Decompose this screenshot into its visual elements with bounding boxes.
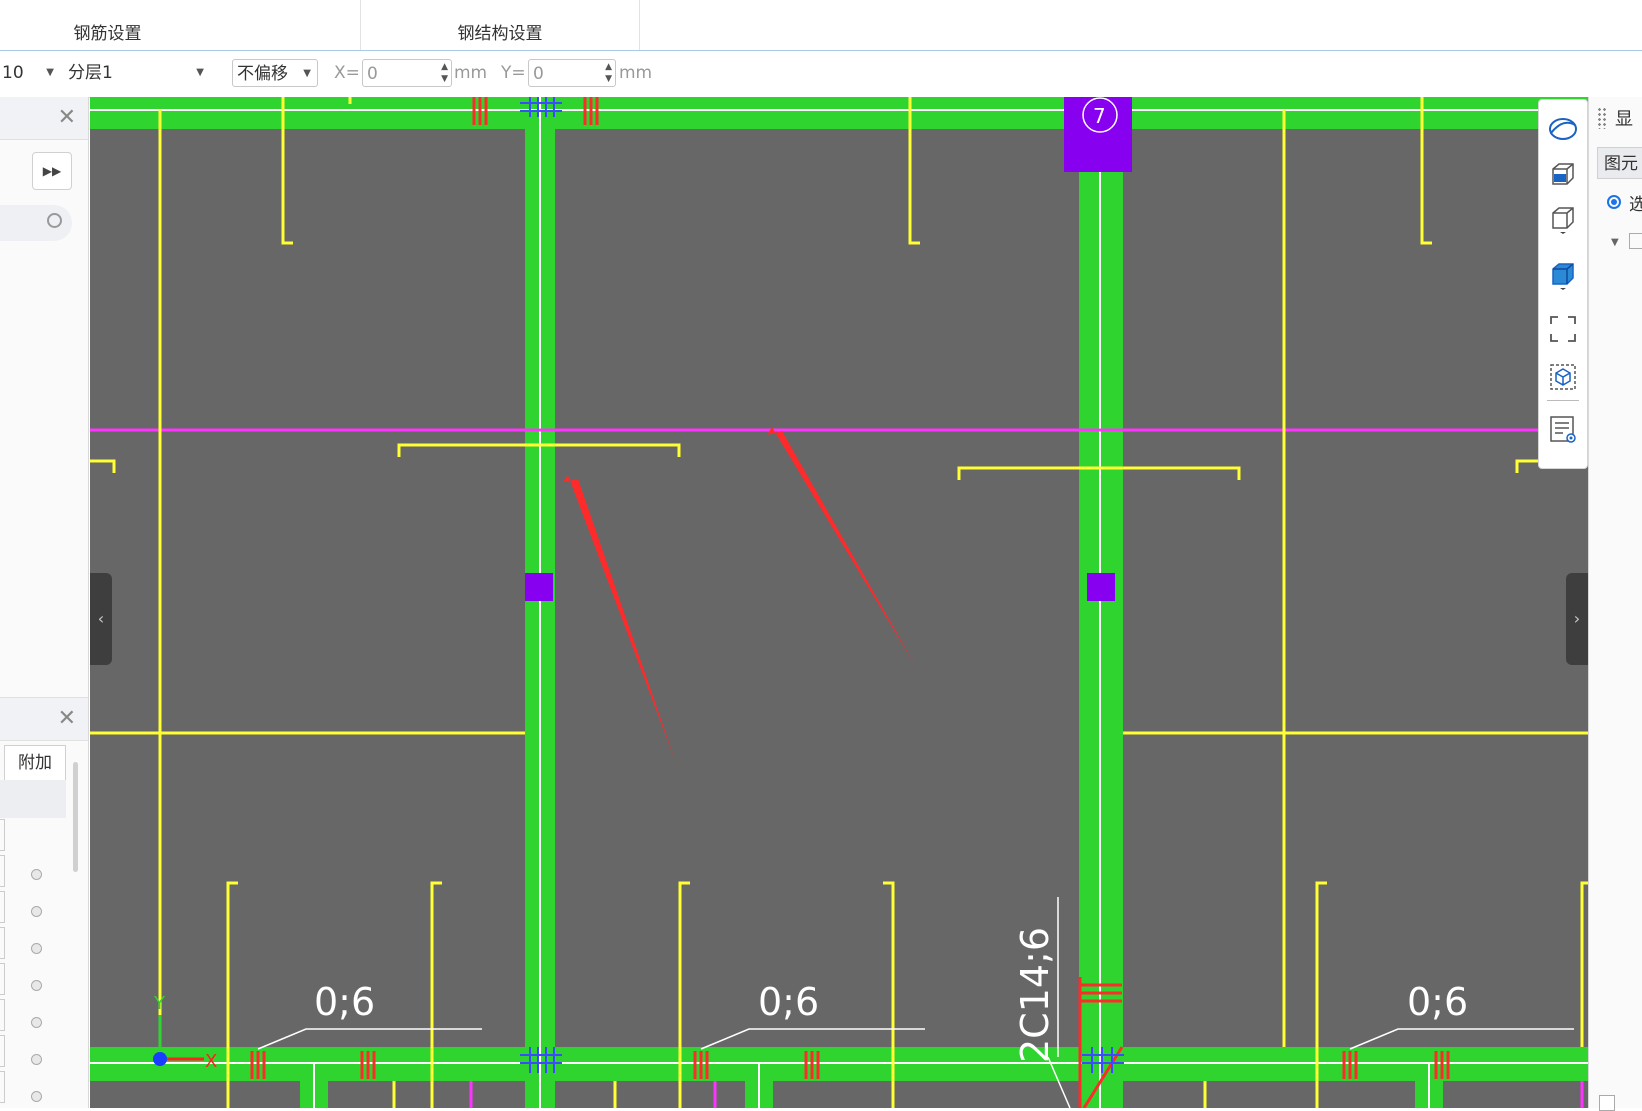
property-row[interactable]: [0, 855, 5, 887]
radio-option[interactable]: [31, 1017, 42, 1028]
box-solid-icon[interactable]: [1548, 260, 1578, 290]
orbit-icon[interactable]: [1548, 114, 1578, 144]
rebar-annotation[interactable]: 0;6: [1407, 980, 1468, 1024]
beam-top[interactable]: [90, 97, 1588, 129]
column[interactable]: [1087, 573, 1115, 601]
box-wire-icon[interactable]: [1548, 204, 1578, 234]
column[interactable]: [525, 573, 553, 601]
red-arrow-annotation: [563, 475, 675, 760]
rebar-group[interactable]: [90, 97, 1588, 1108]
tab-element[interactable]: 图元: [1597, 147, 1642, 179]
x-label: X=: [334, 63, 360, 83]
close-icon[interactable]: ✕: [58, 105, 76, 130]
sublayer-select-value: 分层1: [68, 63, 113, 83]
red-arrow-annotation: [767, 427, 915, 665]
property-row[interactable]: [0, 819, 5, 851]
right-panel: 显 图元 选 ▼: [1588, 97, 1642, 1111]
radio-option[interactable]: [31, 1091, 42, 1102]
radio-option[interactable]: [31, 980, 42, 991]
radio-option[interactable]: [31, 906, 42, 917]
expand-button[interactable]: ▶▶: [32, 152, 72, 190]
property-row[interactable]: [0, 1035, 5, 1067]
spin-arrows-icon[interactable]: ▲ ▼: [605, 61, 612, 85]
ribbon-group-rebar-settings[interactable]: 钢筋设置: [0, 0, 361, 50]
axis-bubble-label: D: [94, 97, 106, 109]
property-row[interactable]: [0, 1071, 5, 1103]
radio-option[interactable]: [31, 869, 42, 880]
rebar-annotation[interactable]: 0;6: [314, 980, 375, 1024]
panel-header-bottom: ✕: [0, 697, 88, 741]
chevron-down-icon: ▼: [46, 67, 54, 78]
layer-select-value: 10: [2, 63, 24, 83]
cad-drawing[interactable]: 7 D 0;6 0;6 0;6 2C14;6 X Y: [90, 97, 1588, 1108]
ribbon-label-steel-settings: 钢结构设置: [457, 24, 543, 44]
toolbar-divider: [1547, 400, 1579, 401]
sublayer-select[interactable]: 分层1 ▼: [68, 59, 210, 87]
bottom-checkbox[interactable]: [1599, 1095, 1615, 1111]
axis-y-label: Y: [153, 993, 166, 1014]
rebar-annotation[interactable]: 0;6: [758, 980, 819, 1024]
chevron-down-icon: ▼: [196, 67, 204, 78]
layer-select[interactable]: 10 ▼: [2, 59, 60, 87]
offset-select-value: 不偏移: [237, 64, 288, 84]
right-panel-title: 显: [1615, 109, 1633, 130]
cube-select-icon[interactable]: [1548, 362, 1578, 392]
x-unit: mm: [454, 63, 488, 83]
radio-option[interactable]: [1607, 195, 1621, 209]
radio-dot-icon: [1611, 199, 1617, 205]
property-row[interactable]: [0, 927, 5, 959]
drawing-canvas[interactable]: 7 D 0;6 0;6 0;6 2C14;6 X Y ‹ ›: [90, 97, 1588, 1108]
collapse-right-tab[interactable]: ›: [1566, 573, 1588, 665]
rebar-annotation[interactable]: 2C14;6: [1013, 927, 1057, 1063]
axis-origin: [153, 1052, 167, 1066]
tree-checkbox[interactable]: [1629, 233, 1642, 249]
tree-expand-icon[interactable]: ▼: [1611, 237, 1619, 248]
radio-option-label: 选: [1629, 195, 1642, 215]
left-panel: ✕ ▶▶ ✕ 附加: [0, 97, 89, 1108]
y-label: Y=: [501, 63, 526, 83]
offset-select[interactable]: 不偏移 ▼: [232, 59, 318, 87]
list-view-icon[interactable]: [1548, 414, 1578, 444]
close-icon[interactable]: ✕: [58, 706, 76, 731]
property-toolbar: 10 ▼ 分层1 ▼ 不偏移 ▼ X= 0 ▲ ▼ mm Y= 0 ▲ ▼ mm: [0, 51, 1642, 98]
view-3d-icon[interactable]: [1548, 160, 1578, 190]
x-input[interactable]: 0 ▲ ▼: [362, 59, 452, 87]
chevron-down-icon: ▼: [303, 68, 311, 79]
property-row[interactable]: [0, 963, 5, 995]
spin-arrows-icon[interactable]: ▲ ▼: [441, 61, 448, 85]
property-row[interactable]: [0, 891, 5, 923]
zoom-extents-icon[interactable]: [1548, 314, 1578, 344]
tab-fujia[interactable]: 附加: [4, 745, 66, 781]
property-header-row: [0, 780, 66, 818]
ribbon: 钢筋设置 钢结构设置: [0, 0, 1642, 51]
axis-bubble-label: 7: [1093, 104, 1106, 128]
double-arrow-icon: ▶▶: [42, 164, 62, 178]
x-input-value: 0: [367, 64, 378, 84]
y-input-value: 0: [533, 64, 544, 84]
search-input[interactable]: [0, 205, 72, 241]
y-input[interactable]: 0 ▲ ▼: [528, 59, 616, 87]
property-row[interactable]: [0, 999, 5, 1031]
axis-x-label: X: [205, 1051, 217, 1072]
y-unit: mm: [619, 63, 653, 83]
scrollbar[interactable]: [73, 762, 78, 872]
chevron-left-icon: ‹: [97, 609, 105, 628]
drag-handle-icon[interactable]: [1597, 107, 1607, 129]
collapse-left-tab[interactable]: ‹: [90, 573, 112, 665]
ribbon-group-steel-settings[interactable]: 钢结构设置: [361, 0, 640, 50]
chevron-right-icon: ›: [1573, 609, 1581, 628]
view-toolbar: [1538, 99, 1588, 469]
radio-option[interactable]: [31, 943, 42, 954]
radio-option[interactable]: [31, 1054, 42, 1065]
search-icon: [47, 213, 62, 228]
ribbon-label-rebar-settings: 钢筋设置: [73, 24, 142, 44]
panel-header-top: ✕: [0, 97, 88, 140]
